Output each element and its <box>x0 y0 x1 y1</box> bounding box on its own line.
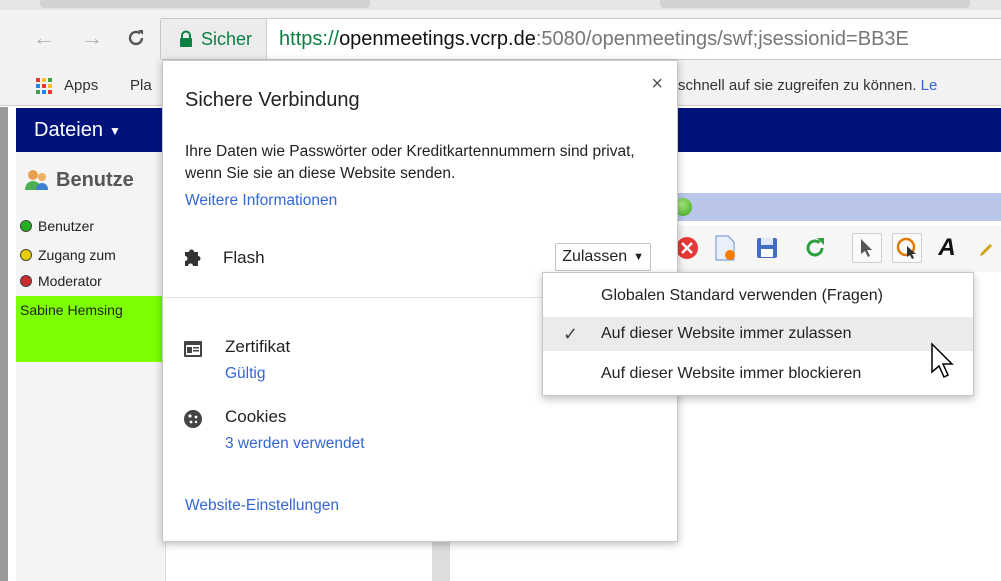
legend-item: Zugang zum <box>20 247 116 263</box>
apps-shortcut[interactable]: Apps <box>36 77 98 94</box>
bookmarks-hint-link[interactable]: Le <box>921 77 938 94</box>
menu-item-default[interactable]: Globalen Standard verwenden (Fragen) <box>543 279 973 313</box>
chevron-down-icon: ▼ <box>633 251 644 263</box>
reload-icon[interactable] <box>122 24 150 52</box>
refresh-icon[interactable] <box>800 233 830 263</box>
address-bar[interactable]: Sicher https://openmeetings.vcrp.de:5080… <box>160 18 1001 60</box>
legend-label: Zugang zum <box>38 247 116 263</box>
menu-files[interactable]: Dateien ▼ <box>34 119 121 142</box>
url-scheme: https:// <box>279 27 340 50</box>
certificate-label: Zertifikat <box>225 337 291 356</box>
panel-divider[interactable] <box>432 540 450 581</box>
status-dot-icon <box>20 275 32 287</box>
more-info-link[interactable]: Weitere Informationen <box>185 192 337 210</box>
permission-label: Flash <box>223 248 265 267</box>
users-panel: Benutze Benutzer Zugang zum Moderator <box>16 152 166 581</box>
pointer-icon[interactable] <box>852 233 882 263</box>
users-panel-label: Benutze <box>56 168 134 191</box>
user-list-item[interactable]: Sabine Hemsing <box>16 296 166 362</box>
url-host: openmeetings.vcrp.de <box>339 27 536 50</box>
permission-select-value: Zulassen <box>562 248 628 265</box>
security-chip[interactable]: Sicher <box>161 19 268 59</box>
lock-icon <box>180 30 192 47</box>
popup-title: Sichere Verbindung <box>185 89 360 111</box>
mouse-cursor-icon <box>931 342 954 379</box>
apps-grid-icon <box>36 77 52 94</box>
whiteboard-header <box>660 193 1001 221</box>
chevron-down-icon: ▼ <box>108 123 121 138</box>
legend-label: Benutzer <box>38 218 95 234</box>
save-icon[interactable] <box>752 233 782 263</box>
new-document-icon[interactable] <box>710 233 740 263</box>
status-dot-icon <box>20 249 32 261</box>
menu-item-allow[interactable]: ✓ Auf dieser Website immer zulassen <box>543 317 973 351</box>
check-icon: ✓ <box>563 324 579 344</box>
browser-toolbar: ← → Sicher https://openmeetings.vcrp.de:… <box>0 10 1001 66</box>
close-icon[interactable]: × <box>651 73 663 96</box>
cookies-row: Cookies 3 werden verwendet <box>181 407 641 467</box>
select-icon[interactable] <box>892 233 922 263</box>
certificate-status-link[interactable]: Gültig <box>225 365 266 383</box>
text-tool-icon[interactable]: A <box>932 233 962 263</box>
cookies-status-link[interactable]: 3 werden verwendet <box>225 435 365 453</box>
users-panel-title: Benutze <box>24 168 134 192</box>
apps-label: Apps <box>64 77 99 94</box>
back-icon[interactable]: ← <box>30 24 58 52</box>
users-icon <box>25 170 48 190</box>
bookmark-item[interactable]: Pla <box>130 77 152 94</box>
certificate-icon <box>183 339 203 364</box>
site-settings-link[interactable]: Website-Einstellungen <box>185 497 339 515</box>
bookmarks-hint-text: schnell auf sie zugreifen zu können. <box>678 77 917 94</box>
puzzle-icon <box>181 246 205 275</box>
url-path: :5080/openmeetings/swf;jsessionid=BB3E <box>535 27 909 50</box>
bookmarks-hint: schnell auf sie zugreifen zu können. Le <box>678 77 937 94</box>
status-dot-icon <box>20 220 32 232</box>
pen-tool-icon[interactable] <box>972 233 1000 263</box>
menu-item-label: Auf dieser Website immer zulassen <box>601 325 852 342</box>
menu-item-label: Globalen Standard verwenden (Fragen) <box>601 287 883 304</box>
permission-dropdown-menu: Globalen Standard verwenden (Fragen) ✓ A… <box>542 272 974 396</box>
menu-item-label: Auf dieser Website immer blockieren <box>601 365 862 382</box>
tab-shape[interactable] <box>660 0 970 8</box>
cookies-label: Cookies <box>225 407 287 426</box>
legend-item: Moderator <box>20 273 102 289</box>
permission-row-flash: Flash Zulassen ▼ <box>181 243 661 273</box>
menu-item-block[interactable]: Auf dieser Website immer blockieren <box>543 357 973 391</box>
url-text[interactable]: https://openmeetings.vcrp.de:5080/openme… <box>267 28 909 51</box>
cookie-icon <box>183 409 203 434</box>
forward-icon[interactable]: → <box>78 24 106 52</box>
popup-description: Ihre Daten wie Passwörter oder Kreditkar… <box>185 143 635 182</box>
window-edge <box>0 107 8 581</box>
tab-shape[interactable] <box>40 0 370 8</box>
legend-item: Benutzer <box>20 218 94 234</box>
menu-files-label: Dateien <box>34 119 103 141</box>
legend-label: Moderator <box>38 273 102 289</box>
permission-select[interactable]: Zulassen ▼ <box>555 243 651 271</box>
secure-label: Sicher <box>201 28 253 49</box>
